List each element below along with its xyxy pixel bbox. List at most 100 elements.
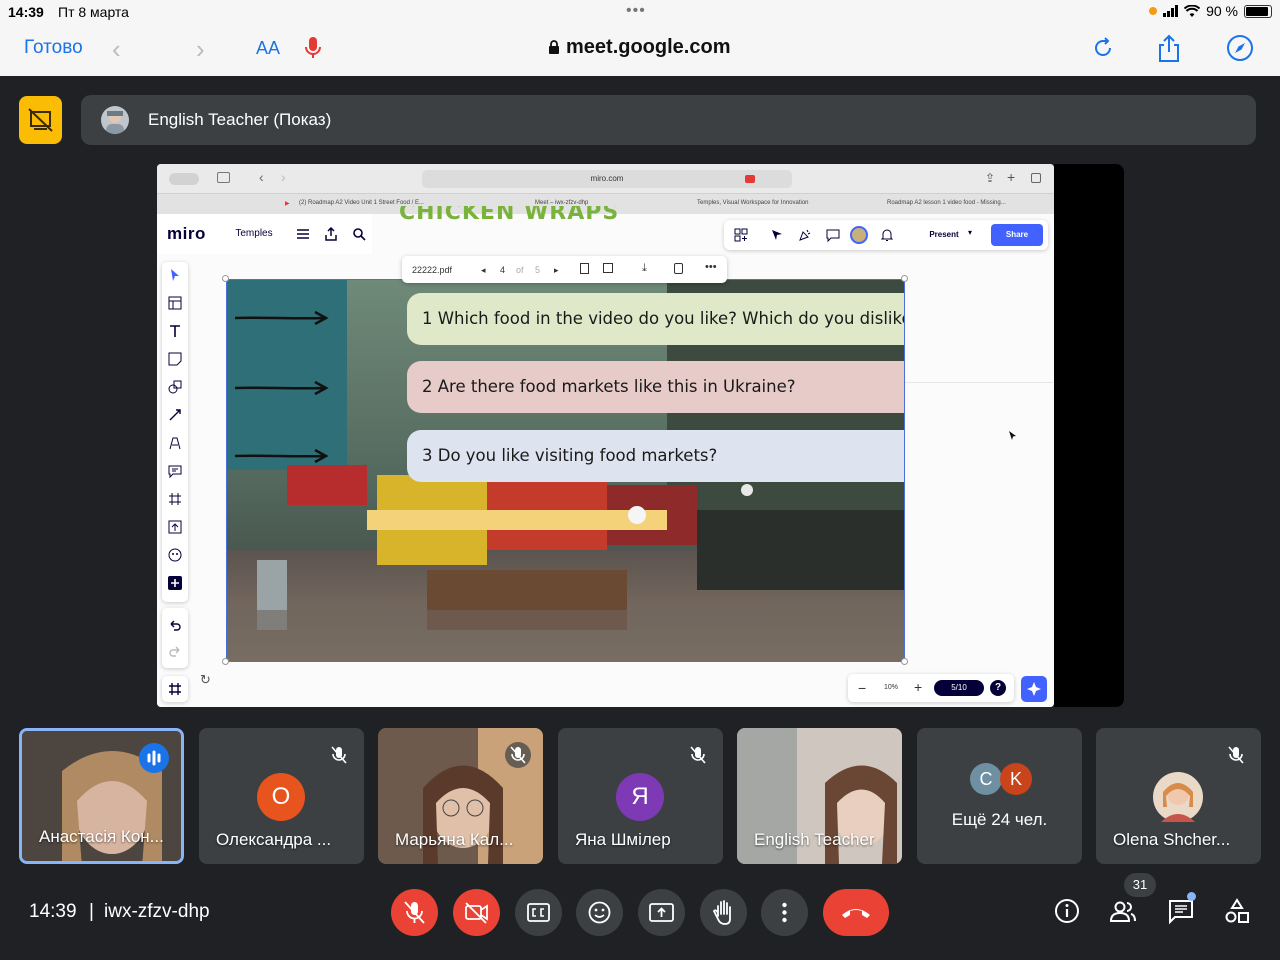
tab-3[interactable]: Temples, Visual Workspace for Innovation xyxy=(697,200,809,206)
browser-toolbar: Готово ‹ › AA meet.google.com xyxy=(0,24,1280,76)
miro-logo[interactable]: miro xyxy=(167,224,206,244)
tab-4[interactable]: Roadmap A2 lesson 1 video food - Missing… xyxy=(887,200,1006,206)
more-tools-icon[interactable] xyxy=(168,576,182,590)
selection-handle[interactable] xyxy=(901,275,908,282)
reload-icon[interactable] xyxy=(1090,34,1116,62)
shared-screen: ‹ › miro.com ⇪ + ▶ (2) Roadmap A2 Video … xyxy=(157,164,1054,707)
select-tool-icon[interactable] xyxy=(168,268,182,282)
activity-counter[interactable]: 5/10 xyxy=(934,680,984,696)
bookmark-icon[interactable] xyxy=(580,263,589,274)
download-icon[interactable]: ⤓ xyxy=(642,262,647,275)
cursor-icon[interactable] xyxy=(770,228,784,242)
stickers-tool-icon[interactable] xyxy=(168,548,182,562)
people-icon[interactable] xyxy=(1108,896,1138,926)
participant-tile[interactable]: Я Яна Шмілер xyxy=(558,728,723,864)
pdf-prev-icon[interactable]: ◂ xyxy=(481,265,486,276)
screen-share-off-icon xyxy=(28,108,53,132)
apps-icon[interactable] xyxy=(734,228,748,242)
emoji-icon xyxy=(588,901,611,924)
rotate-icon[interactable]: ↻ xyxy=(200,672,211,688)
info-icon[interactable] xyxy=(1052,896,1082,926)
participant-tile[interactable]: О Олександра ... xyxy=(199,728,364,864)
frame-tool-icon[interactable] xyxy=(168,492,182,506)
upload-tool-icon[interactable] xyxy=(168,520,182,534)
ai-assist-button[interactable] xyxy=(1021,676,1047,702)
zoom-in-icon[interactable]: + xyxy=(914,679,922,695)
pdf-slide[interactable]: 1 Which food in the video do you like? W… xyxy=(226,279,905,662)
present-dropdown-icon[interactable]: ▾ xyxy=(968,228,972,237)
mic-off-icon xyxy=(505,742,531,768)
search-icon[interactable] xyxy=(352,227,366,241)
compass-icon[interactable] xyxy=(1226,34,1254,62)
back-icon[interactable]: ‹ xyxy=(112,34,121,65)
present-button[interactable] xyxy=(638,889,685,936)
raise-hand-button[interactable] xyxy=(700,889,747,936)
presenter-bar: English Teacher (Показ) xyxy=(81,95,1256,145)
activities-icon[interactable] xyxy=(1222,896,1252,926)
wifi-icon xyxy=(1184,4,1201,17)
sidebar-icon[interactable] xyxy=(217,172,230,183)
more-participants-tile[interactable]: С K Ещё 24 чел. xyxy=(917,728,1082,864)
menu-icon[interactable] xyxy=(296,227,310,241)
participant-name: Анастасія Кон... xyxy=(39,827,164,846)
sticky-note-icon[interactable] xyxy=(168,352,182,366)
template-tool-icon[interactable] xyxy=(168,296,182,310)
pen-tool-icon[interactable] xyxy=(168,436,182,450)
pdf-next-icon[interactable]: ▸ xyxy=(554,265,559,276)
tab-overview-icon[interactable] xyxy=(1031,173,1041,183)
mac-share-icon[interactable]: ⇪ xyxy=(985,171,995,185)
camera-toggle-button[interactable] xyxy=(453,889,500,936)
collaborator-avatar[interactable] xyxy=(850,226,868,244)
notification-icon[interactable] xyxy=(880,228,894,242)
pdf-more-icon[interactable]: ••• xyxy=(705,261,717,273)
share-button[interactable]: Share xyxy=(991,224,1043,246)
forward-icon[interactable]: › xyxy=(196,34,205,65)
selection-handle[interactable] xyxy=(222,658,229,665)
ipad-screen: 14:39 Пт 8 марта ••• 90 % Готово ‹ › AA … xyxy=(0,0,1280,960)
comment-tool-icon[interactable] xyxy=(168,464,182,478)
mic-icon[interactable] xyxy=(304,36,322,60)
presentation-toggle-button[interactable] xyxy=(19,96,62,144)
question-3: 3 Do you like visiting food markets? xyxy=(407,430,904,482)
participant-tile[interactable]: Марьяна Кал... xyxy=(378,728,543,864)
selection-handle[interactable] xyxy=(222,275,229,282)
redo-icon[interactable] xyxy=(168,644,182,658)
multitasking-dots-icon[interactable]: ••• xyxy=(626,2,646,20)
export-icon[interactable] xyxy=(324,227,338,241)
captions-button[interactable] xyxy=(515,889,562,936)
new-tab-icon[interactable]: + xyxy=(1007,169,1015,185)
back-arrow-icon[interactable]: ‹ xyxy=(259,169,264,185)
leave-call-button[interactable] xyxy=(823,889,889,936)
comment-icon[interactable] xyxy=(826,228,840,242)
present-button[interactable]: Present xyxy=(912,224,976,246)
connector-tool-icon[interactable] xyxy=(168,408,182,422)
text-tool-icon[interactable] xyxy=(168,324,182,338)
reactions-button[interactable] xyxy=(576,889,623,936)
forward-arrow-icon[interactable]: › xyxy=(281,169,286,185)
recording-dot-icon xyxy=(1149,7,1158,15)
address-bar[interactable]: meet.google.com xyxy=(548,36,730,59)
text-size-button[interactable]: AA xyxy=(256,38,280,59)
share-icon[interactable] xyxy=(1156,34,1182,64)
zoom-out-icon[interactable]: − xyxy=(858,680,866,696)
mic-toggle-button[interactable] xyxy=(391,889,438,936)
participant-tile[interactable]: Olena Shcher... xyxy=(1096,728,1261,864)
frames-button[interactable] xyxy=(162,676,188,702)
undo-redo-panel xyxy=(162,608,188,668)
selection-handle[interactable] xyxy=(901,658,908,665)
shared-address-bar[interactable]: miro.com xyxy=(422,170,792,188)
participant-tile[interactable]: Анастасія Кон... xyxy=(19,728,184,864)
undo-icon[interactable] xyxy=(168,618,182,632)
mouse-pointer-icon xyxy=(1009,431,1016,440)
done-button[interactable]: Готово xyxy=(24,37,83,59)
shapes-tool-icon[interactable] xyxy=(168,380,182,394)
more-options-button[interactable] xyxy=(761,889,808,936)
miro-collab-toolbar: Present ▾ Share xyxy=(724,220,1048,250)
board-name[interactable]: Temples xyxy=(227,222,281,246)
lock-object-icon[interactable] xyxy=(674,263,683,274)
participant-tile[interactable]: English Teacher xyxy=(737,728,902,864)
pages-icon[interactable] xyxy=(603,263,613,273)
sidebar-pill-icon[interactable] xyxy=(169,173,199,185)
celebrate-icon[interactable] xyxy=(798,228,812,242)
help-icon[interactable]: ? xyxy=(990,680,1006,696)
